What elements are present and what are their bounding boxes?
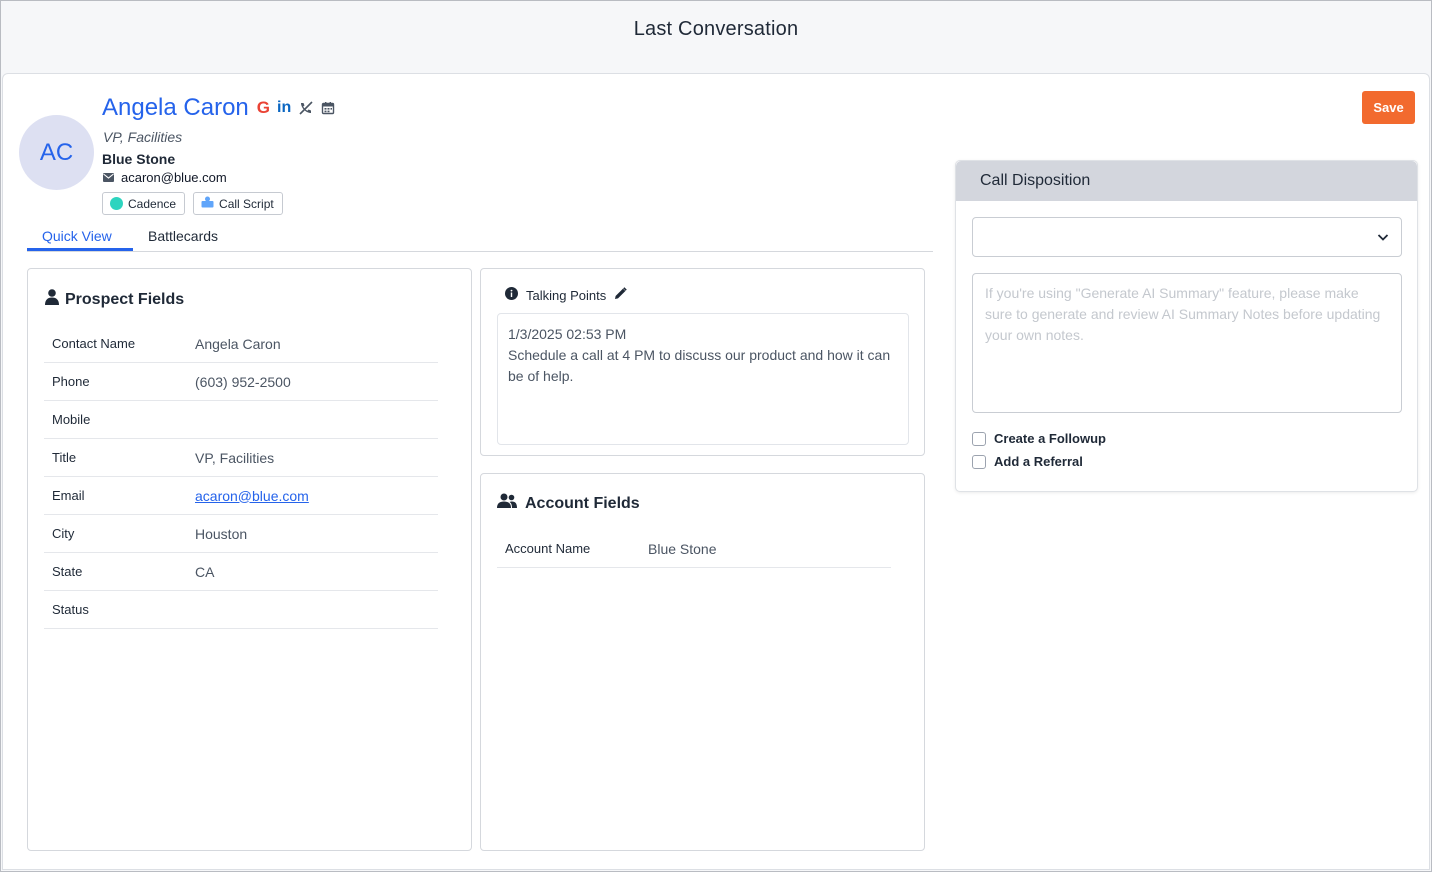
call-script-button[interactable]: Call Script	[193, 192, 283, 215]
window-title: Last Conversation	[1, 1, 1431, 57]
call-disposition-panel: Call Disposition Create a Followup Add a…	[955, 160, 1418, 492]
contact-email-row: acaron@blue.com	[103, 170, 227, 185]
account-fields-header: Account Fields	[497, 493, 640, 514]
contact-email[interactable]: acaron@blue.com	[121, 170, 227, 185]
call-off-icon[interactable]	[298, 100, 314, 116]
contact-panel: AC Angela Caron G in VP, Facilities Blue…	[2, 73, 1430, 870]
google-icon[interactable]: G	[257, 98, 270, 118]
calendar-icon[interactable]	[321, 101, 335, 115]
envelope-icon	[103, 170, 114, 185]
field-label: Contact Name	[52, 336, 136, 351]
field-label: Account Name	[505, 541, 591, 556]
field-label: Title	[52, 450, 77, 465]
contact-name: Angela Caron	[102, 94, 249, 121]
note-text: Schedule a call at 4 PM to discuss our p…	[508, 347, 891, 384]
field-value: acaron@blue.com	[195, 488, 309, 504]
contact-actions: Cadence Call Script	[102, 192, 283, 215]
info-icon	[505, 287, 518, 303]
linkedin-icon[interactable]: in	[277, 99, 291, 117]
table-row: State CA	[44, 553, 438, 591]
add-referral-checkbox-row[interactable]: Add a Referral	[972, 454, 1083, 469]
create-followup-label: Create a Followup	[994, 431, 1106, 446]
talking-points-panel: Talking Points 1/3/2025 02:53 PM Schedul…	[480, 268, 925, 456]
create-followup-checkbox[interactable]	[972, 431, 986, 446]
table-row: Phone (603) 952-2500	[44, 363, 438, 401]
table-row: Mobile	[44, 401, 438, 439]
active-tab-indicator	[27, 248, 133, 251]
field-value: (603) 952-2500	[195, 373, 291, 390]
talking-points-note: 1/3/2025 02:53 PM Schedule a call at 4 P…	[497, 313, 909, 445]
talking-points-header: Talking Points	[505, 287, 627, 303]
save-button[interactable]: Save	[1362, 91, 1415, 124]
field-label: City	[52, 526, 75, 541]
cadence-icon	[110, 197, 123, 210]
call-notes-textarea[interactable]	[972, 273, 1402, 413]
contact-name-row: Angela Caron G in	[102, 94, 335, 122]
field-label: Status	[52, 602, 89, 617]
table-row: Email acaron@blue.com	[44, 477, 438, 515]
field-label: State	[52, 564, 83, 579]
prospect-fields-table: Contact Name Angela Caron Phone (603) 952-…	[44, 325, 438, 629]
field-value: Houston	[195, 525, 248, 542]
table-row: City Houston	[44, 515, 438, 553]
account-fields-title: Account Fields	[525, 494, 640, 512]
call-disposition-title: Call Disposition	[956, 161, 1417, 201]
users-icon	[497, 493, 517, 514]
prospect-fields-title: Prospect Fields	[65, 290, 185, 308]
avatar: AC	[19, 115, 94, 190]
tab-quick-view[interactable]: Quick View	[42, 228, 112, 244]
user-icon	[45, 289, 59, 310]
chevron-down-icon	[1377, 230, 1389, 248]
add-referral-label: Add a Referral	[994, 454, 1083, 469]
table-row: Account Name Blue Stone	[497, 530, 891, 568]
disposition-select[interactable]	[972, 217, 1402, 257]
account-fields-panel: Account Fields Account Name Blue Stone	[480, 473, 925, 851]
field-value: Angela Caron	[195, 335, 281, 352]
table-row: Title VP, Facilities	[44, 439, 438, 477]
cadence-button[interactable]: Cadence	[102, 192, 186, 215]
field-value: VP, Facilities	[195, 449, 275, 466]
email-link[interactable]: acaron@blue.com	[195, 488, 309, 504]
tab-battlecards[interactable]: Battlecards	[148, 228, 218, 244]
contact-social-icons: G in	[257, 98, 335, 118]
table-row: Contact Name Angela Caron	[44, 325, 438, 363]
call-script-label: Call Script	[219, 196, 274, 211]
pencil-icon[interactable]	[614, 287, 627, 303]
field-value: CA	[195, 563, 215, 580]
field-label: Phone	[52, 374, 90, 389]
contact-title: VP, Facilities	[103, 129, 183, 145]
field-value: Blue Stone	[648, 540, 717, 557]
contact-company: Blue Stone	[102, 151, 176, 167]
account-fields-table: Account Name Blue Stone	[497, 530, 891, 568]
create-followup-checkbox-row[interactable]: Create a Followup	[972, 431, 1106, 446]
table-row: Status	[44, 591, 438, 629]
field-label: Mobile	[52, 412, 91, 427]
tab-bar: Quick View Battlecards	[27, 226, 933, 252]
talking-points-title: Talking Points	[526, 287, 607, 303]
prospect-fields-panel: Prospect Fields Contact Name Angela Caron…	[27, 268, 472, 851]
prospect-fields-header: Prospect Fields	[45, 289, 184, 310]
call-script-icon	[201, 196, 214, 211]
add-referral-checkbox[interactable]	[972, 454, 986, 469]
field-label: Email	[52, 488, 85, 503]
cadence-label: Cadence	[128, 196, 177, 211]
note-timestamp: 1/3/2025 02:53 PM	[508, 326, 627, 342]
